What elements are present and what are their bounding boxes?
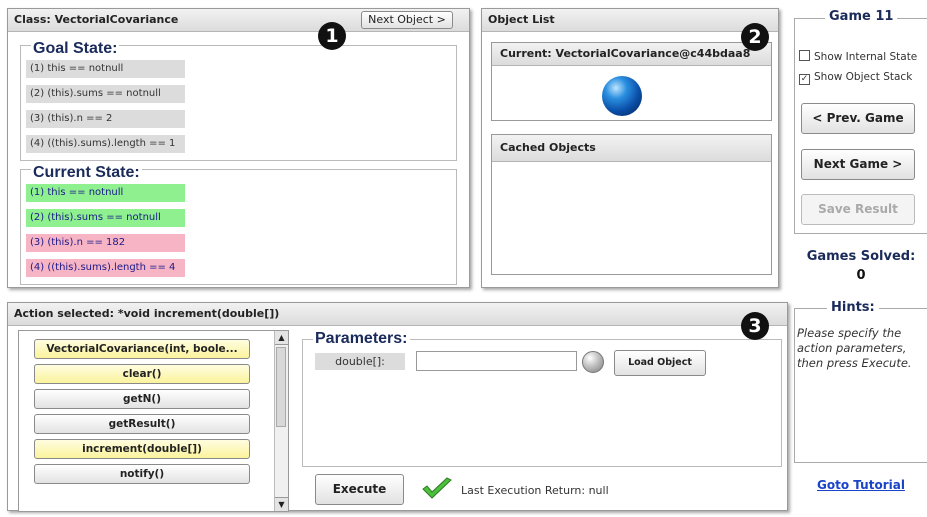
goto-tutorial-link[interactable]: Goto Tutorial: [795, 478, 927, 492]
goal-condition: (4) ((this).sums).length == 1: [26, 135, 185, 153]
next-game-button[interactable]: Next Game >: [801, 149, 915, 180]
cached-objects-box: Cached Objects: [491, 134, 772, 275]
step-badge-2: 2: [741, 23, 769, 51]
cached-objects-header: Cached Objects: [492, 135, 771, 162]
step-badge-1: 1: [318, 22, 346, 50]
show-object-stack-checkbox[interactable]: ✓: [799, 74, 810, 85]
show-internal-state-row[interactable]: Show Internal State: [799, 50, 917, 63]
current-state-title: Current State:: [31, 164, 142, 182]
action-panel-header: Action selected: *void increment(double[…: [8, 303, 787, 326]
success-check-icon: [421, 477, 453, 501]
goal-condition: (1) this == notnull: [26, 60, 185, 78]
save-result-button[interactable]: Save Result: [801, 194, 915, 225]
last-return-text: Last Execution Return: null: [461, 484, 609, 497]
class-title: Class: VectorialCovariance: [14, 13, 179, 26]
execute-button[interactable]: Execute: [315, 474, 404, 505]
param-name-label: double[]:: [315, 353, 405, 370]
current-state-box: Current State: (1) this == notnull (2) (t…: [20, 164, 457, 285]
hints-text: Please specify the action parameters, th…: [797, 326, 912, 370]
method-button[interactable]: getN(): [34, 389, 250, 409]
step-badge-3: 3: [741, 312, 769, 340]
goal-condition: (2) (this).sums == notnull: [26, 85, 185, 103]
current-condition: (3) (this).n == 182: [26, 234, 185, 252]
goal-condition: (3) (this).n == 2: [26, 110, 185, 128]
hints-title: Hints:: [827, 300, 879, 315]
parameters-box: Parameters: double[]: Load Object: [302, 330, 782, 467]
object-list-title: Object List: [488, 13, 555, 26]
prev-game-button[interactable]: < Prev. Game: [801, 103, 915, 134]
current-object-label: Current: VectorialCovariance@c44bdaa8: [500, 47, 751, 60]
param-value-input[interactable]: [416, 351, 577, 371]
action-selected-title: Action selected: *void increment(double[…: [14, 307, 280, 320]
blue-sphere-icon[interactable]: [602, 76, 642, 116]
object-list-header: Object List: [482, 9, 778, 32]
show-internal-state-label: Show Internal State: [814, 51, 918, 63]
goal-state-title: Goal State:: [31, 40, 120, 58]
show-object-stack-row[interactable]: ✓ Show Object Stack: [799, 71, 912, 85]
parameters-title: Parameters:: [313, 330, 410, 348]
show-object-stack-label: Show Object Stack: [814, 71, 913, 83]
next-object-button[interactable]: Next Object >: [361, 11, 453, 29]
scroll-down-arrow[interactable]: ▼: [275, 497, 288, 511]
hints-box: Hints: Please specify the action paramet…: [794, 300, 927, 463]
scroll-thumb[interactable]: [276, 347, 286, 427]
grey-sphere-icon[interactable]: [582, 351, 604, 373]
current-condition: (1) this == notnull: [26, 184, 185, 202]
method-button[interactable]: clear(): [34, 364, 250, 384]
game-title: Game 11: [825, 9, 898, 24]
current-object-box: Current: VectorialCovariance@c44bdaa8: [491, 42, 772, 121]
current-object-header: Current: VectorialCovariance@c44bdaa8: [492, 43, 771, 66]
class-panel: Class: VectorialCovariance Next Object >…: [7, 8, 470, 288]
scrollbar[interactable]: ▲ ▼: [274, 331, 288, 511]
goal-state-box: Goal State: (1) this == notnull (2) (this…: [20, 40, 457, 161]
current-condition: (2) (this).sums == notnull: [26, 209, 185, 227]
game-box: Game 11 Show Internal State ✓ Show Object…: [794, 9, 927, 234]
current-condition: (4) ((this).sums).length == 4: [26, 259, 185, 277]
method-button[interactable]: VectorialCovariance(int, boole...: [34, 339, 250, 359]
object-list-panel: Object List Current: VectorialCovariance…: [481, 8, 779, 288]
scroll-up-arrow[interactable]: ▲: [275, 331, 288, 345]
games-solved-value: 0: [856, 268, 866, 283]
load-object-button[interactable]: Load Object: [614, 350, 706, 376]
method-button[interactable]: increment(double[]): [34, 439, 250, 459]
method-button[interactable]: getResult(): [34, 414, 250, 434]
cached-objects-label: Cached Objects: [500, 141, 596, 154]
action-panel: Action selected: *void increment(double[…: [7, 302, 788, 512]
show-internal-state-checkbox[interactable]: [799, 50, 810, 61]
method-list: VectorialCovariance(int, boole... clear()…: [18, 330, 289, 512]
method-button[interactable]: notify(): [34, 464, 250, 484]
games-solved-label: Games Solved:: [806, 249, 916, 264]
